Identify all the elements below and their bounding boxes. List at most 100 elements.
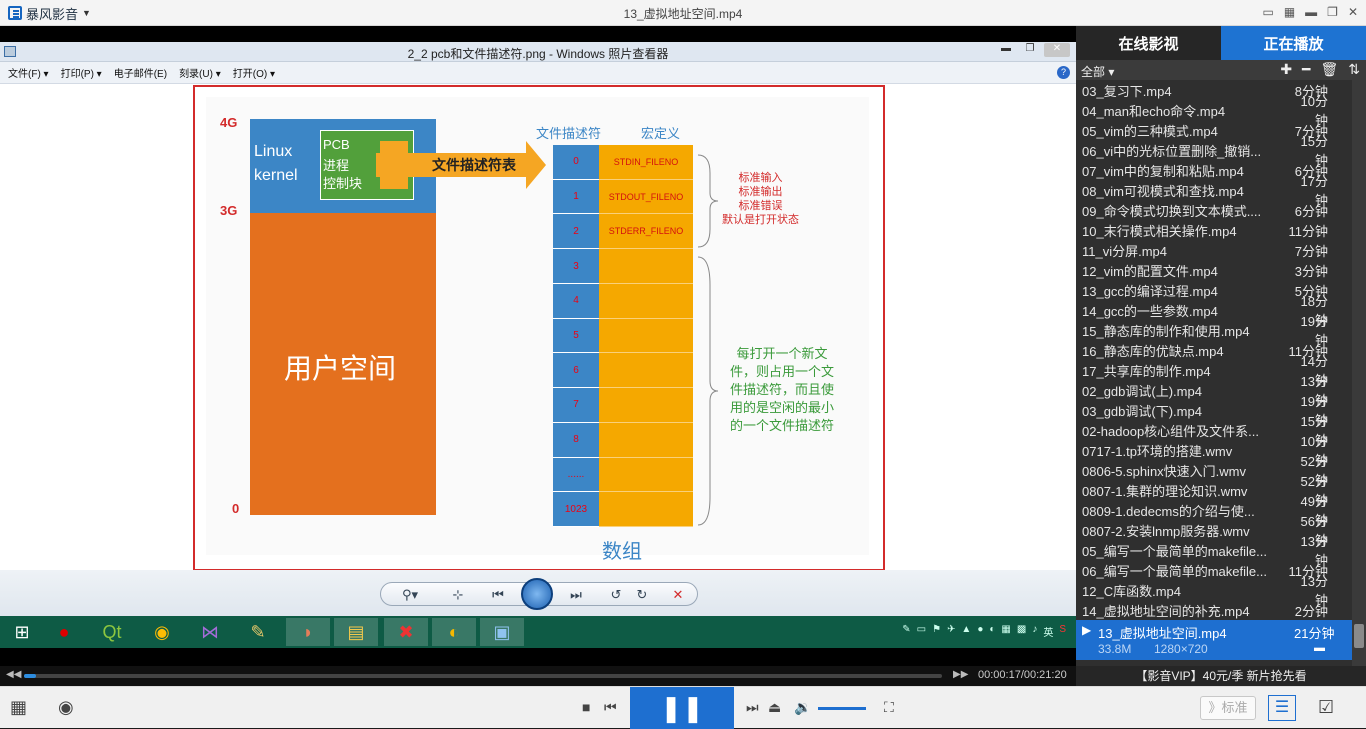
start-icon[interactable]: ⊞ — [0, 618, 44, 646]
skin-icon[interactable]: ▦ — [1284, 5, 1295, 19]
playlist-item[interactable]: 11_vi分屏.mp4 7分钟 — [1076, 240, 1352, 260]
prev-track-icon[interactable]: ⏮ — [604, 699, 617, 716]
tray-icon[interactable]: ▭ — [917, 624, 926, 639]
minimize-icon[interactable]: ▬ — [1305, 5, 1317, 19]
playlist-item[interactable]: 10_末行模式相关操作.mp4 11分钟 — [1076, 220, 1352, 240]
eject-icon[interactable]: ⏏ — [768, 699, 781, 716]
tray-icon[interactable]: ⚑ — [932, 624, 941, 639]
record-app-icon[interactable]: ● — [42, 618, 86, 646]
image-frame: 4G 3G 0 Linux kernel PCB 进程 控制块 文件描述符表 用… — [193, 85, 885, 571]
menu-print[interactable]: 打印(P) ▾ — [61, 65, 102, 80]
tray-icon[interactable]: S — [1059, 624, 1066, 639]
qt-app-icon[interactable]: Qt — [90, 618, 134, 646]
playlist-item[interactable]: 15_静态库的制作和使用.mp4 19分钟 — [1076, 314, 1352, 348]
photo-viewer-icon[interactable]: ▣ — [480, 618, 524, 646]
stop-icon[interactable]: ■ — [582, 699, 590, 715]
pcb-label-1: PCB — [323, 137, 350, 152]
window-title: 13_虚拟地址空间.mp4 — [623, 7, 743, 21]
playlist-item[interactable]: 04_man和echo命令.mp4 10分钟 — [1076, 94, 1352, 128]
tab-now-playing[interactable]: 正在播放 — [1221, 26, 1366, 60]
playlist-item[interactable]: 12_vim的配置文件.mp4 3分钟 — [1076, 260, 1352, 280]
system-tray: ✎ ▭ ⚑ ✈ ▲ ● ◐ ▦ ▩ ♪ 英 S — [902, 624, 1066, 639]
playlist-item[interactable]: 05_编写一个最简单的makefile... 13分钟 — [1076, 534, 1352, 568]
sort-icon[interactable]: ⇅ — [1348, 61, 1360, 78]
playlist-item-name: 0717-1.tp环境的搭建.wmv — [1082, 443, 1233, 459]
macro-cell — [599, 492, 693, 527]
open-folder-icon[interactable]: ▬ — [1314, 642, 1325, 654]
zoom-icon[interactable]: ⚲▾ — [399, 586, 421, 604]
previous-icon[interactable]: ⏮ — [487, 586, 509, 604]
quality-button[interactable]: 》标准 — [1200, 696, 1256, 720]
macro-cell — [599, 388, 693, 423]
toolbox-icon[interactable]: ▦ — [10, 697, 27, 718]
fit-window-icon[interactable]: ⊹ — [447, 586, 469, 604]
rotate-right-icon[interactable]: ↻ — [631, 586, 653, 604]
volume-tray-icon[interactable]: ♪ — [1032, 624, 1037, 639]
message-icon[interactable]: ▭ — [1262, 5, 1273, 19]
xmind-icon[interactable]: ✖ — [384, 618, 428, 646]
menu-burn[interactable]: 刻录(U) ▾ — [179, 65, 221, 80]
forward-icon[interactable]: ▶▶ — [953, 669, 968, 680]
label-4g: 4G — [220, 115, 238, 130]
help-icon[interactable]: ? — [1057, 66, 1070, 79]
pause-button[interactable]: ❚❚ — [630, 687, 734, 729]
paint-icon[interactable]: ✎ — [236, 618, 280, 646]
shell-app-icon[interactable]: ◗ — [286, 618, 330, 646]
playlist-item[interactable]: 09_命令模式切换到文本模式.... 6分钟 — [1076, 200, 1352, 220]
tray-icon[interactable]: ▦ — [1001, 624, 1010, 639]
playlist-item[interactable]: 08_vim可视模式和查找.mp4 17分钟 — [1076, 174, 1352, 208]
close-icon[interactable]: ✕ — [1348, 5, 1358, 19]
vip-banner[interactable]: 【影音VIP】40元/季 新片抢先看 — [1076, 666, 1366, 686]
add-icon[interactable]: ✚ — [1280, 61, 1292, 78]
volume-icon[interactable]: 🔉 — [794, 699, 811, 716]
playlist-toggle-icon[interactable]: ☰ — [1268, 695, 1296, 721]
tray-icon[interactable]: ✎ — [902, 624, 910, 639]
fd-cell: 4 — [553, 283, 599, 319]
tray-icon[interactable]: ◐ — [989, 624, 995, 639]
menu-open[interactable]: 打开(O) ▾ — [233, 65, 275, 80]
viewer-minimize-icon[interactable]: ▬ — [996, 43, 1016, 57]
rotate-left-icon[interactable]: ↺ — [605, 586, 627, 604]
playlist-scrollbar[interactable] — [1352, 80, 1366, 666]
slideshow-button[interactable] — [521, 578, 553, 610]
seek-track[interactable] — [24, 674, 942, 678]
viewer-menu-bar: 文件(F) ▾ 打印(P) ▾ 电子邮件(E) 刻录(U) ▾ 打开(O) ▾ … — [0, 62, 1076, 84]
macro-cell: STDIN_FILENO — [599, 145, 693, 180]
menu-email[interactable]: 电子邮件(E) — [114, 65, 167, 80]
menu-file[interactable]: 文件(F) ▾ — [8, 65, 49, 80]
viewer-close-icon[interactable]: ✕ — [1044, 43, 1070, 57]
tray-icon[interactable]: ▩ — [1017, 624, 1026, 639]
volume-slider[interactable] — [818, 707, 866, 710]
rewind-icon[interactable]: ◀◀ — [6, 669, 21, 680]
current-item[interactable]: ▶ 13_虚拟地址空间.mp4 21分钟 33.8M 1280×720 ▬ — [1076, 620, 1352, 660]
seek-bar[interactable]: ◀◀ ▶▶ 00:00:17/00:21:20 — [0, 666, 1076, 686]
fullscreen-icon[interactable]: ⛶ — [884, 699, 894, 716]
tray-icon[interactable]: ✈ — [947, 624, 955, 639]
remove-icon[interactable]: ━ — [1302, 61, 1310, 78]
tab-online[interactable]: 在线影视 — [1076, 26, 1221, 60]
control-bar: ▦ ◉ ■ ⏮ ❚❚ ⏭ ⏏ 🔉 ⛶ 》标准 ☰ ☑ — [0, 686, 1366, 729]
eye-icon[interactable]: ◉ — [58, 697, 74, 718]
playlist-filter[interactable]: 全部 ▾ — [1081, 63, 1114, 80]
next-track-icon[interactable]: ⏭ — [746, 699, 759, 716]
playlist-item[interactable]: 14_虚拟地址空间的补充.mp4 2分钟 — [1076, 600, 1352, 620]
playlist-item[interactable]: 12_C库函数.mp4 13分钟 — [1076, 574, 1352, 608]
visual-studio-icon[interactable]: ⋈ — [188, 618, 232, 646]
playlist-item[interactable]: 06_vi中的光标位置删除_撤销... 15分钟 — [1076, 134, 1352, 168]
tray-icon[interactable]: ▲ — [961, 624, 971, 639]
next-icon[interactable]: ⏭ — [565, 586, 587, 604]
playlist-item-name: 15_静态库的制作和使用.mp4 — [1082, 323, 1250, 339]
video-area[interactable]: 2_2 pcb和文件描述符.png - Windows 照片查看器 ▬ ❐ ✕ … — [0, 26, 1076, 666]
playlist-item-name: 02-hadoop核心组件及文件系... — [1082, 423, 1260, 439]
viewer-restore-icon[interactable]: ❐ — [1020, 43, 1040, 57]
delete-icon[interactable]: ✕ — [667, 586, 689, 604]
scrollbar-thumb[interactable] — [1354, 624, 1364, 648]
tray-icon[interactable]: ● — [977, 624, 983, 639]
editor-app-icon[interactable]: ◐ — [432, 618, 476, 646]
ime-icon[interactable]: 英 — [1043, 624, 1053, 639]
settings-check-icon[interactable]: ☑ — [1318, 697, 1334, 718]
chrome-icon[interactable]: ◉ — [140, 618, 184, 646]
restore-icon[interactable]: ❐ — [1327, 5, 1338, 19]
explorer-icon[interactable]: ▤ — [334, 618, 378, 646]
trash-icon[interactable]: 🗑 — [1320, 61, 1338, 78]
